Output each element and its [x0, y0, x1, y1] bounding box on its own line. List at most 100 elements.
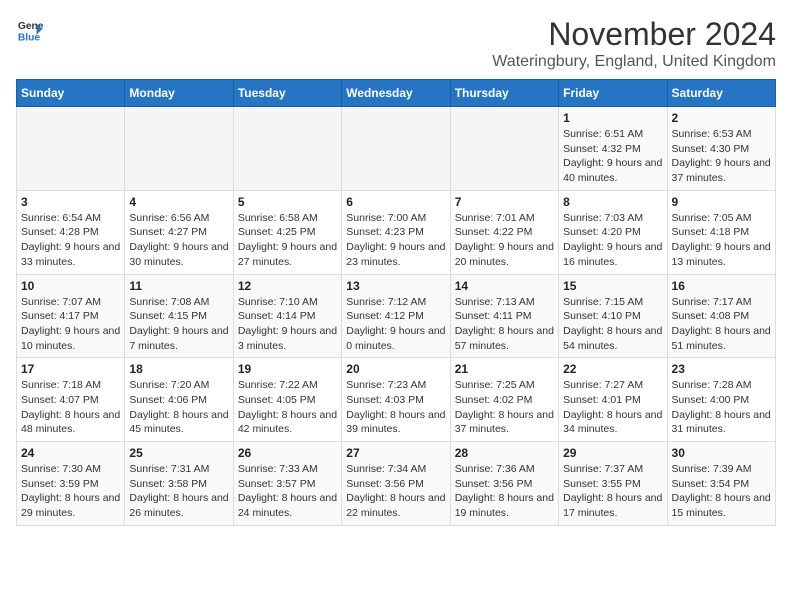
day-number: 27 [346, 446, 445, 460]
day-info: Sunrise: 7:31 AM Sunset: 3:58 PM Dayligh… [129, 462, 228, 521]
calendar-cell: 19Sunrise: 7:22 AM Sunset: 4:05 PM Dayli… [233, 358, 341, 442]
calendar-cell: 20Sunrise: 7:23 AM Sunset: 4:03 PM Dayli… [342, 358, 450, 442]
calendar-cell: 11 Sunrise: 7:08 AM Sunset: 4:15 PM Dayli… [125, 274, 233, 358]
calendar-cell: 29Sunrise: 7:37 AM Sunset: 3:55 PM Dayli… [559, 442, 667, 526]
weekday-header-row: SundayMondayTuesdayWednesdayThursdayFrid… [17, 80, 776, 107]
calendar-cell [450, 107, 558, 191]
day-number: 18 [129, 362, 228, 376]
day-info: Sunrise: 7:28 AM Sunset: 4:00 PM Dayligh… [672, 378, 771, 437]
day-number: 4 [129, 195, 228, 209]
day-info: Sunrise: 7:39 AM Sunset: 3:54 PM Dayligh… [672, 462, 771, 521]
day-number: 15 [563, 279, 662, 293]
logo-icon: General Blue [16, 16, 44, 44]
calendar-cell: 25 Sunrise: 7:31 AM Sunset: 3:58 PM Dayli… [125, 442, 233, 526]
day-info: Sunrise: 7:23 AM Sunset: 4:03 PM Dayligh… [346, 378, 445, 437]
calendar-cell: 23 Sunrise: 7:28 AM Sunset: 4:00 PM Dayli… [667, 358, 775, 442]
day-info: Sunrise: 7:10 AM Sunset: 4:14 PM Dayligh… [238, 295, 337, 354]
day-info: Sunrise: 7:33 AM Sunset: 3:57 PM Dayligh… [238, 462, 337, 521]
day-number: 23 [672, 362, 771, 376]
day-info: Sunrise: 7:07 AM Sunset: 4:17 PM Dayligh… [21, 295, 120, 354]
day-info: Sunrise: 7:22 AM Sunset: 4:05 PM Dayligh… [238, 378, 337, 437]
calendar-cell: 3 Sunrise: 6:54 AM Sunset: 4:28 PM Daylig… [17, 190, 125, 274]
day-number: 24 [21, 446, 120, 460]
calendar-cell: 15 Sunrise: 7:15 AM Sunset: 4:10 PM Dayli… [559, 274, 667, 358]
weekday-friday: Friday [559, 80, 667, 107]
week-row-2: 10 Sunrise: 7:07 AM Sunset: 4:17 PM Dayli… [17, 274, 776, 358]
day-info: Sunrise: 7:05 AM Sunset: 4:18 PM Dayligh… [672, 211, 771, 270]
day-number: 1 [563, 111, 662, 125]
calendar-cell: 5 Sunrise: 6:58 AM Sunset: 4:25 PM Daylig… [233, 190, 341, 274]
calendar-cell: 6Sunrise: 7:00 AM Sunset: 4:23 PM Daylig… [342, 190, 450, 274]
weekday-tuesday: Tuesday [233, 80, 341, 107]
weekday-thursday: Thursday [450, 80, 558, 107]
day-info: Sunrise: 7:30 AM Sunset: 3:59 PM Dayligh… [21, 462, 120, 521]
day-number: 3 [21, 195, 120, 209]
calendar-cell: 28 Sunrise: 7:36 AM Sunset: 3:56 PM Dayli… [450, 442, 558, 526]
calendar-cell: 4 Sunrise: 6:56 AM Sunset: 4:27 PM Daylig… [125, 190, 233, 274]
day-info: Sunrise: 7:20 AM Sunset: 4:06 PM Dayligh… [129, 378, 228, 437]
day-number: 25 [129, 446, 228, 460]
day-info: Sunrise: 6:54 AM Sunset: 4:28 PM Dayligh… [21, 211, 120, 270]
calendar-cell: 17Sunrise: 7:18 AM Sunset: 4:07 PM Dayli… [17, 358, 125, 442]
day-info: Sunrise: 7:08 AM Sunset: 4:15 PM Dayligh… [129, 295, 228, 354]
day-number: 22 [563, 362, 662, 376]
calendar-cell [125, 107, 233, 191]
day-number: 21 [455, 362, 554, 376]
calendar-cell: 21Sunrise: 7:25 AM Sunset: 4:02 PM Dayli… [450, 358, 558, 442]
calendar-cell: 8 Sunrise: 7:03 AM Sunset: 4:20 PM Daylig… [559, 190, 667, 274]
calendar-cell [342, 107, 450, 191]
calendar-cell: 26 Sunrise: 7:33 AM Sunset: 3:57 PM Dayli… [233, 442, 341, 526]
day-number: 16 [672, 279, 771, 293]
calendar-cell [233, 107, 341, 191]
day-number: 6 [346, 195, 445, 209]
day-number: 29 [563, 446, 662, 460]
week-row-3: 17Sunrise: 7:18 AM Sunset: 4:07 PM Dayli… [17, 358, 776, 442]
calendar-cell: 13Sunrise: 7:12 AM Sunset: 4:12 PM Dayli… [342, 274, 450, 358]
day-number: 10 [21, 279, 120, 293]
day-number: 30 [672, 446, 771, 460]
logo: General Blue [16, 16, 44, 44]
day-number: 17 [21, 362, 120, 376]
day-info: Sunrise: 6:51 AM Sunset: 4:32 PM Dayligh… [563, 127, 662, 186]
calendar: SundayMondayTuesdayWednesdayThursdayFrid… [16, 79, 776, 526]
week-row-0: 1 Sunrise: 6:51 AM Sunset: 4:32 PM Daylig… [17, 107, 776, 191]
calendar-cell: 30 Sunrise: 7:39 AM Sunset: 3:54 PM Dayli… [667, 442, 775, 526]
day-number: 9 [672, 195, 771, 209]
day-info: Sunrise: 7:27 AM Sunset: 4:01 PM Dayligh… [563, 378, 662, 437]
day-number: 7 [455, 195, 554, 209]
day-info: Sunrise: 7:03 AM Sunset: 4:20 PM Dayligh… [563, 211, 662, 270]
weekday-sunday: Sunday [17, 80, 125, 107]
location: Wateringbury, England, United Kingdom [492, 53, 776, 71]
calendar-cell: 24 Sunrise: 7:30 AM Sunset: 3:59 PM Dayli… [17, 442, 125, 526]
day-number: 5 [238, 195, 337, 209]
calendar-cell: 18 Sunrise: 7:20 AM Sunset: 4:06 PM Dayli… [125, 358, 233, 442]
day-number: 28 [455, 446, 554, 460]
weekday-saturday: Saturday [667, 80, 775, 107]
week-row-1: 3 Sunrise: 6:54 AM Sunset: 4:28 PM Daylig… [17, 190, 776, 274]
day-number: 13 [346, 279, 445, 293]
day-number: 11 [129, 279, 228, 293]
calendar-cell: 14 Sunrise: 7:13 AM Sunset: 4:11 PM Dayli… [450, 274, 558, 358]
calendar-cell [17, 107, 125, 191]
day-info: Sunrise: 7:15 AM Sunset: 4:10 PM Dayligh… [563, 295, 662, 354]
weekday-monday: Monday [125, 80, 233, 107]
calendar-cell: 9 Sunrise: 7:05 AM Sunset: 4:18 PM Daylig… [667, 190, 775, 274]
day-info: Sunrise: 6:53 AM Sunset: 4:30 PM Dayligh… [672, 127, 771, 186]
day-info: Sunrise: 6:58 AM Sunset: 4:25 PM Dayligh… [238, 211, 337, 270]
day-info: Sunrise: 7:13 AM Sunset: 4:11 PM Dayligh… [455, 295, 554, 354]
day-number: 14 [455, 279, 554, 293]
calendar-cell: 27Sunrise: 7:34 AM Sunset: 3:56 PM Dayli… [342, 442, 450, 526]
day-number: 2 [672, 111, 771, 125]
calendar-cell: 10 Sunrise: 7:07 AM Sunset: 4:17 PM Dayli… [17, 274, 125, 358]
week-row-4: 24 Sunrise: 7:30 AM Sunset: 3:59 PM Dayli… [17, 442, 776, 526]
calendar-cell: 2 Sunrise: 6:53 AM Sunset: 4:30 PM Daylig… [667, 107, 775, 191]
day-info: Sunrise: 6:56 AM Sunset: 4:27 PM Dayligh… [129, 211, 228, 270]
day-info: Sunrise: 7:01 AM Sunset: 4:22 PM Dayligh… [455, 211, 554, 270]
calendar-body: 1 Sunrise: 6:51 AM Sunset: 4:32 PM Daylig… [17, 107, 776, 526]
day-info: Sunrise: 7:36 AM Sunset: 3:56 PM Dayligh… [455, 462, 554, 521]
day-number: 12 [238, 279, 337, 293]
day-number: 8 [563, 195, 662, 209]
day-number: 26 [238, 446, 337, 460]
calendar-cell: 16Sunrise: 7:17 AM Sunset: 4:08 PM Dayli… [667, 274, 775, 358]
calendar-cell: 12 Sunrise: 7:10 AM Sunset: 4:14 PM Dayli… [233, 274, 341, 358]
